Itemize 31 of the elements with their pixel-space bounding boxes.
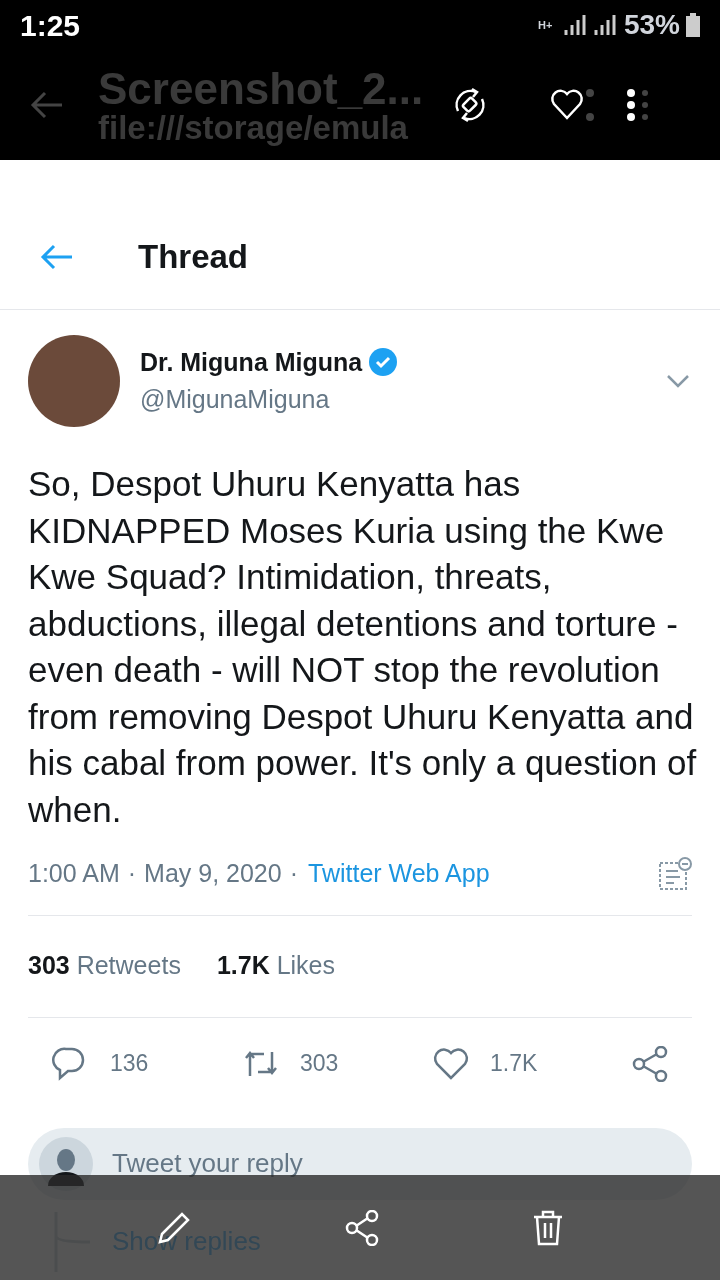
action-count: 1.7K [490, 1049, 538, 1079]
author-name: Dr. Miguna Miguna [140, 346, 363, 378]
action-count: 303 [300, 1049, 339, 1079]
page-title: Thread [138, 237, 249, 278]
more-icon[interactable] [626, 87, 650, 123]
signal-icon [563, 15, 586, 35]
delete-icon[interactable] [531, 1208, 564, 1247]
favorite-icon[interactable] [550, 87, 596, 123]
tweet-text: So, Despot Uhuru Kenyatta has KIDNAPPED Moses Kuria using the Kwe Kwe Squad? Intimidation, threats, abductions, illegal detentions and torture - even death - will NOT stop the revolution from removing Despot Uhuru Kenyatta and his cabal from power. It's only a question of when. [28, 463, 698, 831]
heart-icon[interactable] [432, 1045, 470, 1082]
reply-input[interactable]: Tweet your reply [112, 1144, 682, 1183]
back-icon[interactable] [40, 244, 74, 270]
tweet-date: May 9, 2020 [144, 858, 282, 889]
battery-level: 53% [623, 8, 680, 42]
signal-icon [593, 15, 616, 35]
engagement-stat[interactable]: 1.7K Likes [216, 947, 335, 985]
action-count: 136 [110, 1049, 149, 1079]
file-path: file:///storage/emula [98, 110, 408, 144]
share-icon[interactable] [345, 1209, 379, 1246]
status-time: 1:25 [20, 7, 81, 44]
separator-dot: · [127, 858, 137, 889]
author-handle: @MigunaMiguna [140, 384, 331, 415]
analytics-icon[interactable] [658, 856, 692, 891]
chevron-down-icon[interactable] [666, 374, 690, 388]
separator-dot: · [289, 858, 298, 889]
tweet-time: 1:00 AM [28, 858, 120, 889]
share-icon[interactable] [632, 1045, 670, 1082]
file-title: Screenshot_2... [98, 66, 425, 111]
battery-icon [686, 13, 700, 37]
network-type: H+ [537, 19, 554, 31]
engagement-stat[interactable]: 303 Retweets [28, 947, 181, 985]
